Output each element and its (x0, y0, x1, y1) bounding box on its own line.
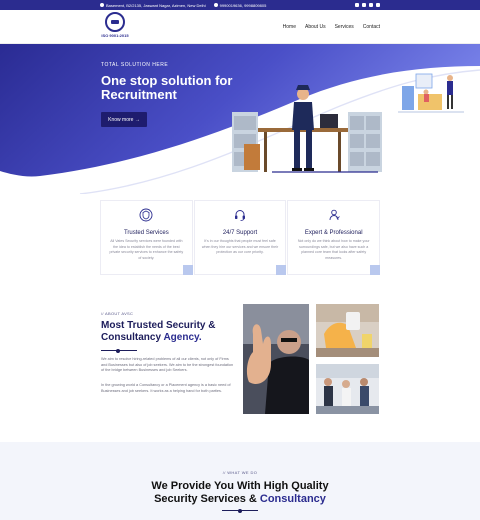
team-illustration (398, 73, 464, 113)
about-paragraph-1: We aim to resolve hiring-related problem… (101, 357, 234, 372)
expert-badge-icon (329, 209, 340, 221)
social-links (355, 3, 380, 7)
nav-about-us[interactable]: About Us (305, 24, 326, 30)
security-guard-illustration (232, 85, 382, 173)
nav-contact[interactable]: Contact (363, 24, 380, 30)
about-divider (101, 348, 137, 353)
about-eyebrow: // ABOUT AVSC (101, 311, 134, 316)
card-corner-accent (276, 265, 287, 275)
phone-text[interactable]: 9990019636, 9998809805 (220, 3, 267, 8)
address-text: Basement, B2/2135, Jaswant Nagar, Azimen… (106, 2, 206, 8)
divider-dot (116, 348, 120, 353)
services-eyebrow: // WHAT WE DO (222, 470, 258, 475)
services-title-accent: Consultancy (259, 493, 326, 505)
divider-dot (238, 508, 242, 513)
services-title: We Provide You With High Quality Securit… (0, 480, 480, 506)
hero-eyebrow: TOTAL SOLUTION HERE (101, 62, 169, 68)
feature-card-expert: Expert & Professional Not only do we thi… (287, 200, 381, 275)
top-bar: Basement, B2/2135, Jaswant Nagar, Azimen… (0, 0, 480, 10)
email-icon[interactable] (376, 3, 380, 7)
phone-icon (213, 3, 218, 7)
location-pin-icon (100, 3, 104, 7)
logo-iso-text: ISO 9001:2015 (101, 32, 129, 38)
services-section: // WHAT WE DO We Provide You With High Q… (0, 442, 480, 520)
nav-services[interactable]: Services (335, 24, 354, 30)
know-more-button[interactable]: Know more → (101, 112, 147, 127)
cleaning-service-photo (316, 304, 379, 357)
about-title-accent: Agency. (163, 332, 202, 343)
logo-seal-icon (105, 11, 125, 32)
main-nav: Home About Us Services Contact (283, 24, 380, 30)
features-row: Trusted Services All Vates Security serv… (100, 200, 381, 275)
security-guard-photo (243, 304, 309, 414)
hero-section: TOTAL SOLUTION HERE One stop solution fo… (0, 44, 480, 194)
card-corner-accent (370, 265, 381, 275)
phone-item[interactable]: 9990019636, 9998809805 (213, 3, 267, 8)
shield-network-icon (139, 208, 153, 222)
nav-home[interactable]: Home (283, 24, 296, 30)
address-item: Basement, B2/2135, Jaswant Nagar, Azimen… (100, 3, 206, 8)
feature-description: It's in our thoughts that people must fe… (201, 239, 279, 254)
feature-card-trusted: Trusted Services All Vates Security serv… (100, 200, 193, 275)
about-paragraph-2: In the growing world a Consultancy or a … (101, 383, 231, 393)
services-divider (222, 508, 258, 513)
feature-card-support: 24/7 Support It's in our thoughts that p… (193, 200, 287, 275)
site-header: ISO 9001:2015 Home About Us Services Con… (0, 10, 480, 44)
logo[interactable]: ISO 9001:2015 (100, 11, 130, 42)
facebook-icon[interactable] (369, 3, 373, 7)
feature-description: All Vates Security services were founded… (109, 239, 184, 260)
card-corner-accent (182, 265, 193, 275)
about-title: Most Trusted Security & Consultancy Agen… (101, 320, 241, 344)
office-team-photo (316, 364, 379, 414)
headset-icon (235, 210, 245, 221)
linkedin-icon[interactable] (362, 3, 366, 7)
instagram-icon[interactable] (355, 3, 359, 7)
feature-description: Not only do we think about how to make y… (297, 239, 370, 260)
